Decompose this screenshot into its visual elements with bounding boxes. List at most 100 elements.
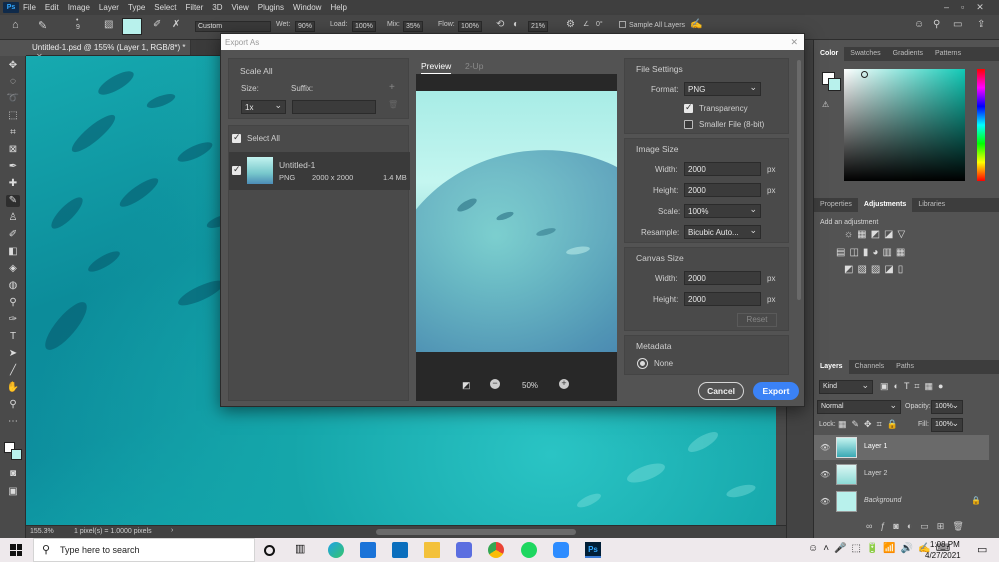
layer-name[interactable]: Background: [864, 497, 901, 504]
pressure-icon[interactable]: ✍: [690, 19, 702, 30]
image-height-input[interactable]: 2000: [684, 183, 761, 197]
mail-icon[interactable]: [360, 542, 376, 558]
history-brush-tool-icon[interactable]: ✐: [6, 229, 20, 241]
layer-name[interactable]: Layer 2: [864, 470, 887, 477]
brush-settings-icon[interactable]: ▧: [104, 19, 113, 30]
smaller-file-checkbox[interactable]: [684, 120, 693, 129]
load-field[interactable]: 100%: [350, 21, 376, 32]
resample-select[interactable]: Bicubic Auto...: [684, 225, 761, 239]
eyedropper-tool-icon[interactable]: ✒: [6, 161, 20, 173]
gear-icon[interactable]: ⚙: [566, 19, 575, 30]
tab-adjustments[interactable]: Adjustments: [857, 198, 913, 212]
visibility-eye-icon[interactable]: 👁: [820, 497, 830, 506]
fill-field[interactable]: 100%: [931, 418, 963, 432]
document-tab[interactable]: Untitled-1.psd @ 155% (Layer 1, RGB/8*) …: [26, 40, 191, 61]
canvas-height-input[interactable]: 2000: [684, 292, 761, 306]
menu-select[interactable]: Select: [154, 3, 176, 12]
search-icon[interactable]: ⚲: [933, 19, 940, 30]
menu-type[interactable]: Type: [128, 3, 145, 12]
color-bg-swatch[interactable]: [828, 78, 841, 91]
export-button[interactable]: Export: [753, 382, 799, 400]
flow-field[interactable]: 100%: [456, 21, 482, 32]
mix-field[interactable]: 35%: [401, 21, 424, 32]
airbrush-icon[interactable]: ⟲: [496, 19, 504, 30]
tab-channels[interactable]: Channels: [849, 360, 891, 374]
photoshop-taskbar-icon[interactable]: Ps: [585, 542, 601, 558]
dell-icon[interactable]: [392, 542, 408, 558]
object-select-tool-icon[interactable]: ⬚: [6, 110, 20, 122]
quick-mask-icon[interactable]: ◙: [6, 468, 20, 480]
menu-file[interactable]: File: [23, 3, 36, 12]
path-select-tool-icon[interactable]: ➤: [6, 348, 20, 360]
workspace-icon[interactable]: ▭: [953, 19, 962, 30]
marquee-tool-icon[interactable]: ◌: [6, 76, 20, 88]
menu-view[interactable]: View: [232, 3, 249, 12]
snip-icon[interactable]: [456, 542, 472, 558]
smoothing-field[interactable]: 21%: [526, 21, 549, 32]
layer-filter-kind[interactable]: Kind: [819, 380, 873, 394]
scale-select[interactable]: 100%: [684, 204, 761, 218]
blend-mode-select[interactable]: Normal: [817, 400, 901, 414]
add-scale-icon[interactable]: +: [389, 82, 395, 93]
asset-checkbox[interactable]: [232, 164, 241, 175]
tab-patterns[interactable]: Patterns: [929, 47, 967, 61]
crop-tool-icon[interactable]: ⌗: [6, 127, 20, 139]
healing-brush-tool-icon[interactable]: ✚: [6, 178, 20, 190]
edge-icon[interactable]: [328, 542, 344, 558]
settings-scrollbar[interactable]: [797, 60, 801, 300]
format-select[interactable]: PNG: [684, 82, 761, 96]
tab-preview[interactable]: Preview: [421, 61, 452, 74]
tab-properties[interactable]: Properties: [814, 198, 858, 212]
menu-3d[interactable]: 3D: [212, 3, 222, 12]
cortana-icon[interactable]: [264, 545, 275, 556]
notifications-icon[interactable]: ▭: [977, 543, 987, 556]
metadata-none-radio[interactable]: [638, 359, 647, 368]
task-view-icon[interactable]: ▥: [295, 542, 311, 558]
adjustment-icons-row-1[interactable]: ☼▦◩◪▽: [844, 229, 909, 240]
horizontal-scrollbar[interactable]: [376, 529, 576, 535]
fit-view-icon[interactable]: ◩: [462, 380, 471, 391]
dodge-tool-icon[interactable]: ⚲: [6, 297, 20, 309]
clock-date[interactable]: 4/27/2021: [925, 551, 961, 560]
current-brush-load-swatch[interactable]: [122, 18, 142, 35]
menu-filter[interactable]: Filter: [186, 3, 204, 12]
lasso-tool-icon[interactable]: ➰: [6, 93, 20, 105]
load-brush-icon[interactable]: ✐: [153, 19, 161, 30]
layer-panel-footer-icons[interactable]: ∞ƒ◙◐▭⊞🗑: [866, 521, 972, 532]
image-width-input[interactable]: 2000: [684, 162, 761, 176]
adjustment-icons-row-3[interactable]: ◩▧▨◪▯: [844, 264, 907, 275]
menu-layer[interactable]: Layer: [99, 3, 119, 12]
canvas-width-input[interactable]: 2000: [684, 271, 761, 285]
tab-layers[interactable]: Layers: [814, 360, 849, 374]
suffix-input[interactable]: [292, 100, 376, 114]
more-tools-icon[interactable]: ⋯: [6, 416, 20, 428]
menu-edit[interactable]: Edit: [45, 3, 59, 12]
asset-row[interactable]: Untitled-1 PNG 2000 x 2000 1.4 MB: [229, 152, 410, 190]
color-picker-field[interactable]: [844, 69, 965, 181]
zoom-in-icon[interactable]: +: [559, 379, 569, 389]
user-icon[interactable]: ☺: [914, 19, 924, 30]
tab-color[interactable]: Color: [814, 47, 845, 61]
reset-button[interactable]: Reset: [737, 313, 777, 327]
size-select[interactable]: 1x: [241, 100, 286, 114]
lock-icons[interactable]: ▦✎✥⌗🔒: [838, 419, 903, 430]
background-color-swatch[interactable]: [11, 449, 22, 460]
frame-tool-icon[interactable]: ⊠: [6, 144, 20, 156]
spotify-icon[interactable]: [521, 542, 537, 558]
hand-tool-icon[interactable]: ✋: [6, 382, 20, 394]
tab-paths[interactable]: Paths: [890, 360, 920, 374]
layer-row[interactable]: 👁 Layer 2: [814, 462, 989, 487]
status-menu-arrow-icon[interactable]: ›: [171, 527, 173, 534]
blend-preset-select[interactable]: Custom: [193, 21, 271, 32]
clean-brush-icon[interactable]: ✗: [172, 19, 180, 30]
eraser-tool-icon[interactable]: ◧: [6, 246, 20, 258]
wet-field[interactable]: 90%: [293, 21, 316, 32]
file-explorer-icon[interactable]: [424, 542, 440, 558]
visibility-eye-icon[interactable]: 👁: [820, 443, 830, 452]
zoom-out-icon[interactable]: −: [490, 379, 500, 389]
taskbar-search-box[interactable]: ⚲ Type here to search: [33, 538, 255, 562]
zoom-app-icon[interactable]: [553, 542, 569, 558]
angle-value[interactable]: 0°: [596, 21, 603, 28]
chrome-icon[interactable]: [488, 542, 504, 558]
adjustment-icons-row-2[interactable]: ▤◫▮◕▥▦: [836, 247, 909, 258]
